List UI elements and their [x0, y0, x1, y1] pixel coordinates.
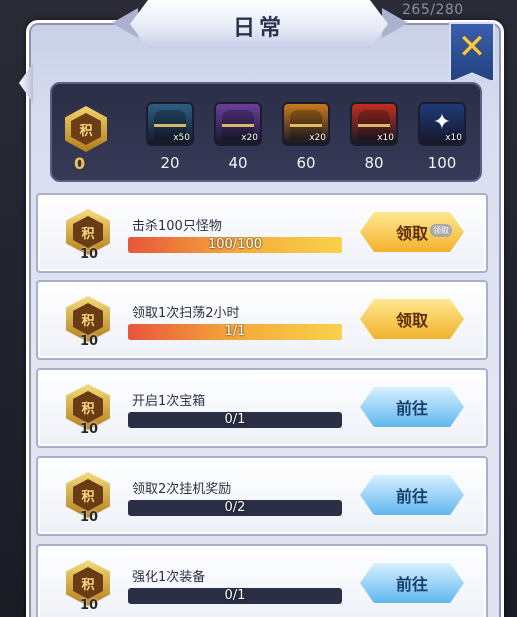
- task-progress-text: 1/1: [224, 324, 246, 339]
- task-progress-text: 100/100: [207, 237, 262, 252]
- reward-item[interactable]: ✦ x10 100: [412, 84, 472, 184]
- goto-button[interactable]: 前往: [360, 475, 464, 515]
- reward-threshold: 20: [160, 154, 180, 172]
- reward-item[interactable]: x20 60: [276, 84, 336, 184]
- reward-multiplier: x20: [241, 133, 258, 143]
- treasure-chest-icon: x20: [214, 102, 262, 146]
- task-progress-bar: 0/1: [128, 588, 342, 604]
- task-name: 领取2次挂机奖励: [132, 482, 232, 497]
- reward-threshold: 80: [364, 154, 384, 172]
- task-progress-bar: 0/2: [128, 500, 342, 516]
- score-badge-icon: 积: [60, 106, 112, 152]
- chest-lid: [154, 110, 186, 124]
- task-badge-label: 积: [73, 391, 103, 423]
- topright-counter: 265/280: [402, 2, 464, 18]
- task-progress-text: 0/2: [224, 500, 246, 515]
- reward-multiplier: x20: [309, 133, 326, 143]
- task-points: 10: [79, 510, 99, 525]
- window-title: 日常: [232, 16, 285, 41]
- task-badge-label: 积: [73, 567, 103, 599]
- reward-strip: 积 0 x50 20 x20 40 x20 60 x10 80 ✦ x10 100: [50, 82, 482, 182]
- reward-multiplier: x10: [377, 133, 394, 143]
- reward-item[interactable]: x20 40: [208, 84, 268, 184]
- hexagon-score-icon: 积 10: [66, 560, 112, 613]
- task-points: 10: [79, 598, 99, 613]
- action-label: 前往: [395, 399, 428, 418]
- task-row: 积 10 领取1次扫荡2小时 1/1 领取: [36, 280, 488, 360]
- hexagon-score-icon: 积 10: [66, 209, 112, 262]
- task-name: 击杀100只怪物: [132, 219, 222, 234]
- task-row: 积 10 击杀100只怪物 100/100 领取 领取: [36, 193, 488, 273]
- star-icon: ✦: [432, 110, 452, 135]
- task-row: 积 10 开启1次宝箱 0/1 前往: [36, 368, 488, 448]
- task-progress-bar: 1/1: [128, 324, 342, 340]
- task-progress-bar: 0/1: [128, 412, 342, 428]
- reward-threshold: 40: [228, 154, 248, 172]
- star-card-icon: ✦ x10: [418, 102, 466, 146]
- task-badge-label: 积: [73, 303, 103, 335]
- hexagon-score-icon: 积 10: [66, 296, 112, 349]
- task-points: 10: [79, 247, 99, 262]
- reward-multiplier: x50: [173, 133, 190, 143]
- hexagon-score-icon: 积 10: [66, 384, 112, 437]
- goto-button[interactable]: 前往: [360, 563, 464, 603]
- treasure-chest-icon: x20: [282, 102, 330, 146]
- task-progress-text: 0/1: [224, 588, 246, 603]
- task-points: 10: [79, 422, 99, 437]
- claim-button[interactable]: 领取 领取: [360, 212, 464, 252]
- action-label: 前往: [395, 487, 428, 506]
- task-row: 积 10 强化1次装备 0/1 前往: [36, 544, 488, 617]
- chest-lid: [222, 110, 254, 124]
- reward-multiplier: x10: [445, 133, 462, 143]
- task-name: 领取1次扫荡2小时: [132, 306, 240, 321]
- reward-threshold: 100: [427, 154, 457, 172]
- task-row: 积 10 领取2次挂机奖励 0/2 前往: [36, 456, 488, 536]
- task-points: 10: [79, 334, 99, 349]
- reward-item[interactable]: x50 20: [140, 84, 200, 184]
- task-badge-label: 积: [73, 216, 103, 248]
- task-name: 开启1次宝箱: [132, 394, 206, 409]
- goto-button[interactable]: 前往: [360, 387, 464, 427]
- treasure-chest-icon: x50: [146, 102, 194, 146]
- task-progress-text: 0/1: [224, 412, 246, 427]
- score-badge-label: 积: [71, 113, 101, 145]
- action-label: 领取: [395, 224, 428, 243]
- action-label: 前往: [395, 575, 428, 594]
- close-x-icon: ✕: [457, 27, 487, 67]
- reward-threshold: 60: [296, 154, 316, 172]
- chest-lid: [290, 110, 322, 124]
- treasure-chest-icon: x10: [350, 102, 398, 146]
- task-name: 强化1次装备: [132, 570, 206, 585]
- score-value: 0: [74, 154, 86, 173]
- action-tag: 领取: [430, 224, 452, 237]
- chest-lid: [358, 110, 390, 124]
- claim-button[interactable]: 领取: [360, 299, 464, 339]
- action-label: 领取: [395, 311, 428, 330]
- task-badge-label: 积: [73, 479, 103, 511]
- hexagon-score-icon: 积 10: [66, 472, 112, 525]
- task-progress-bar: 100/100: [128, 237, 342, 253]
- reward-item[interactable]: x10 80: [344, 84, 404, 184]
